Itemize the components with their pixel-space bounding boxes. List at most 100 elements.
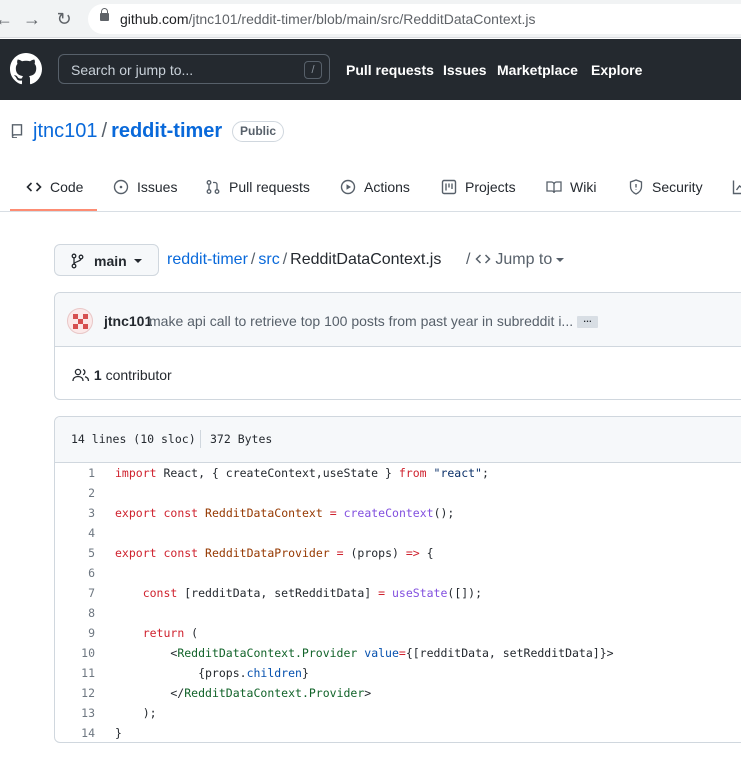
branch-name: main bbox=[94, 253, 127, 269]
breadcrumb-dir-link[interactable]: src bbox=[258, 251, 279, 268]
browser-toolbar: ← → ↻ github.com/jtnc101/reddit-timer/bl… bbox=[0, 0, 741, 38]
search-input[interactable]: Search or jump to... / bbox=[58, 54, 330, 84]
code-text: </RedditDataContext.Provider> bbox=[115, 686, 372, 700]
forward-icon[interactable]: → bbox=[22, 9, 42, 29]
code-block: 1 import React, { createContext,useState … bbox=[55, 463, 741, 742]
active-tab-indicator bbox=[10, 209, 97, 211]
tab-label: Issues bbox=[137, 179, 178, 195]
repo-title: jtnc101/reddit-timer bbox=[33, 120, 222, 143]
code-line: 11 {props.children} bbox=[55, 663, 741, 683]
code-line: 13 ); bbox=[55, 703, 741, 723]
code-text: return ( bbox=[142, 626, 199, 640]
breadcrumb-separator: / bbox=[282, 251, 288, 268]
code-icon bbox=[475, 254, 491, 264]
code-line: 12 </RedditDataContext.Provider> bbox=[55, 683, 741, 703]
line-number[interactable]: 8 bbox=[55, 603, 95, 623]
expand-commit-button[interactable]: … bbox=[577, 315, 598, 328]
chevron-down-icon bbox=[556, 257, 565, 262]
tab-label: Security bbox=[652, 179, 703, 195]
contributors-link[interactable]: 1 contributor bbox=[72, 367, 172, 383]
tab-actions[interactable]: Actions bbox=[340, 163, 410, 211]
breadcrumb-repo-link[interactable]: reddit-timer bbox=[167, 251, 248, 268]
code-line: 5 export const RedditDataProvider = (prop… bbox=[55, 543, 741, 563]
tab-code[interactable]: Code bbox=[26, 163, 83, 211]
commit-box: jtnc101 make api call to retrieve top 10… bbox=[54, 292, 741, 400]
tab-security[interactable]: Security bbox=[628, 163, 703, 211]
jump-to-button[interactable]: / Jump to bbox=[466, 251, 565, 269]
contributor-count: 1 bbox=[93, 367, 102, 383]
code-text: import React, { createContext,useState }… bbox=[115, 466, 489, 480]
tab-wiki[interactable]: Wiki bbox=[546, 163, 596, 211]
code-text: <RedditDataContext.Provider value={[redd… bbox=[115, 646, 614, 660]
visibility-badge: Public bbox=[232, 121, 285, 142]
latest-commit: jtnc101 make api call to retrieve top 10… bbox=[55, 293, 741, 347]
code-icon bbox=[26, 182, 42, 192]
repo-name-link[interactable]: reddit-timer bbox=[111, 120, 222, 142]
tab-pull-requests[interactable]: Pull requests bbox=[205, 163, 310, 211]
search-shortcut-key: / bbox=[304, 61, 322, 79]
branch-icon bbox=[71, 253, 84, 269]
reload-icon[interactable]: ↻ bbox=[54, 9, 74, 29]
address-bar[interactable]: github.com/jtnc101/reddit-timer/blob/mai… bbox=[88, 4, 741, 34]
tab-label: Pull requests bbox=[229, 179, 310, 195]
code-line: 8 bbox=[55, 603, 741, 623]
line-number[interactable]: 10 bbox=[55, 643, 95, 663]
tab-issues[interactable]: Issues bbox=[113, 163, 177, 211]
github-header: Search or jump to... / Pull requests Iss… bbox=[0, 39, 741, 100]
line-number[interactable]: 12 bbox=[55, 683, 95, 703]
line-number[interactable]: 7 bbox=[55, 583, 95, 603]
shield-icon bbox=[629, 179, 643, 195]
book-icon bbox=[546, 181, 562, 194]
github-logo-icon[interactable] bbox=[10, 53, 42, 85]
repo-tabs: Code Issues Pull requests Actions Projec… bbox=[0, 163, 741, 212]
tab-insights-partial[interactable] bbox=[732, 163, 741, 211]
nav-marketplace[interactable]: Marketplace bbox=[497, 62, 578, 78]
tab-projects[interactable]: Projects bbox=[441, 163, 516, 211]
line-number[interactable]: 4 bbox=[55, 523, 95, 543]
nav-issues[interactable]: Issues bbox=[443, 62, 487, 78]
contributor-label: contributor bbox=[105, 367, 172, 383]
tab-label: Wiki bbox=[570, 179, 597, 195]
code-line: 7 const [redditData, setRedditData] = us… bbox=[55, 583, 741, 603]
code-line: 4 bbox=[55, 523, 741, 543]
url-text[interactable]: github.com/jtnc101/reddit-timer/blob/mai… bbox=[120, 11, 536, 27]
branch-select-button[interactable]: main bbox=[54, 244, 159, 276]
code-line: 3 export const RedditDataContext = create… bbox=[55, 503, 741, 523]
file-line-count: 14 lines (10 sloc) bbox=[71, 432, 196, 446]
divider bbox=[200, 430, 201, 448]
code-line: 14} bbox=[55, 723, 741, 742]
tab-label: Projects bbox=[465, 179, 516, 195]
code-text: } bbox=[115, 726, 122, 740]
repo-owner-link[interactable]: jtnc101 bbox=[33, 120, 98, 142]
code-line: 10 <RedditDataContext.Provider value={[r… bbox=[55, 643, 741, 663]
project-icon bbox=[441, 179, 457, 195]
chevron-down-icon bbox=[134, 259, 142, 263]
line-number[interactable]: 1 bbox=[55, 463, 95, 483]
breadcrumb-separator: / bbox=[466, 251, 475, 268]
tab-label: Actions bbox=[364, 179, 410, 195]
file-header: 14 lines (10 sloc) 372 Bytes bbox=[55, 417, 741, 463]
commit-author-link[interactable]: jtnc101 bbox=[104, 313, 152, 329]
play-icon bbox=[340, 179, 356, 195]
file-size: 372 Bytes bbox=[210, 432, 273, 446]
line-number[interactable]: 11 bbox=[55, 663, 95, 683]
commit-message-link[interactable]: make api call to retrieve top 100 posts … bbox=[149, 313, 573, 329]
jump-to-label: Jump to bbox=[495, 251, 553, 268]
graph-icon bbox=[732, 180, 741, 195]
line-number[interactable]: 3 bbox=[55, 503, 95, 523]
line-number[interactable]: 13 bbox=[55, 703, 95, 723]
file-viewer: 14 lines (10 sloc) 372 Bytes 1 import Rea… bbox=[54, 416, 741, 743]
code-line: 6 bbox=[55, 563, 741, 583]
code-text: export const RedditDataProvider = (props… bbox=[115, 546, 434, 560]
back-icon[interactable]: ← bbox=[0, 9, 14, 29]
nav-explore[interactable]: Explore bbox=[591, 62, 642, 78]
line-number[interactable]: 6 bbox=[55, 563, 95, 583]
people-icon bbox=[72, 368, 90, 382]
code-text: export const RedditDataContext = createC… bbox=[115, 506, 455, 520]
line-number[interactable]: 9 bbox=[55, 623, 95, 643]
nav-pull-requests[interactable]: Pull requests bbox=[346, 62, 434, 78]
line-number[interactable]: 2 bbox=[55, 483, 95, 503]
line-number[interactable]: 14 bbox=[55, 723, 95, 742]
line-number[interactable]: 5 bbox=[55, 543, 95, 563]
avatar[interactable] bbox=[67, 308, 93, 334]
